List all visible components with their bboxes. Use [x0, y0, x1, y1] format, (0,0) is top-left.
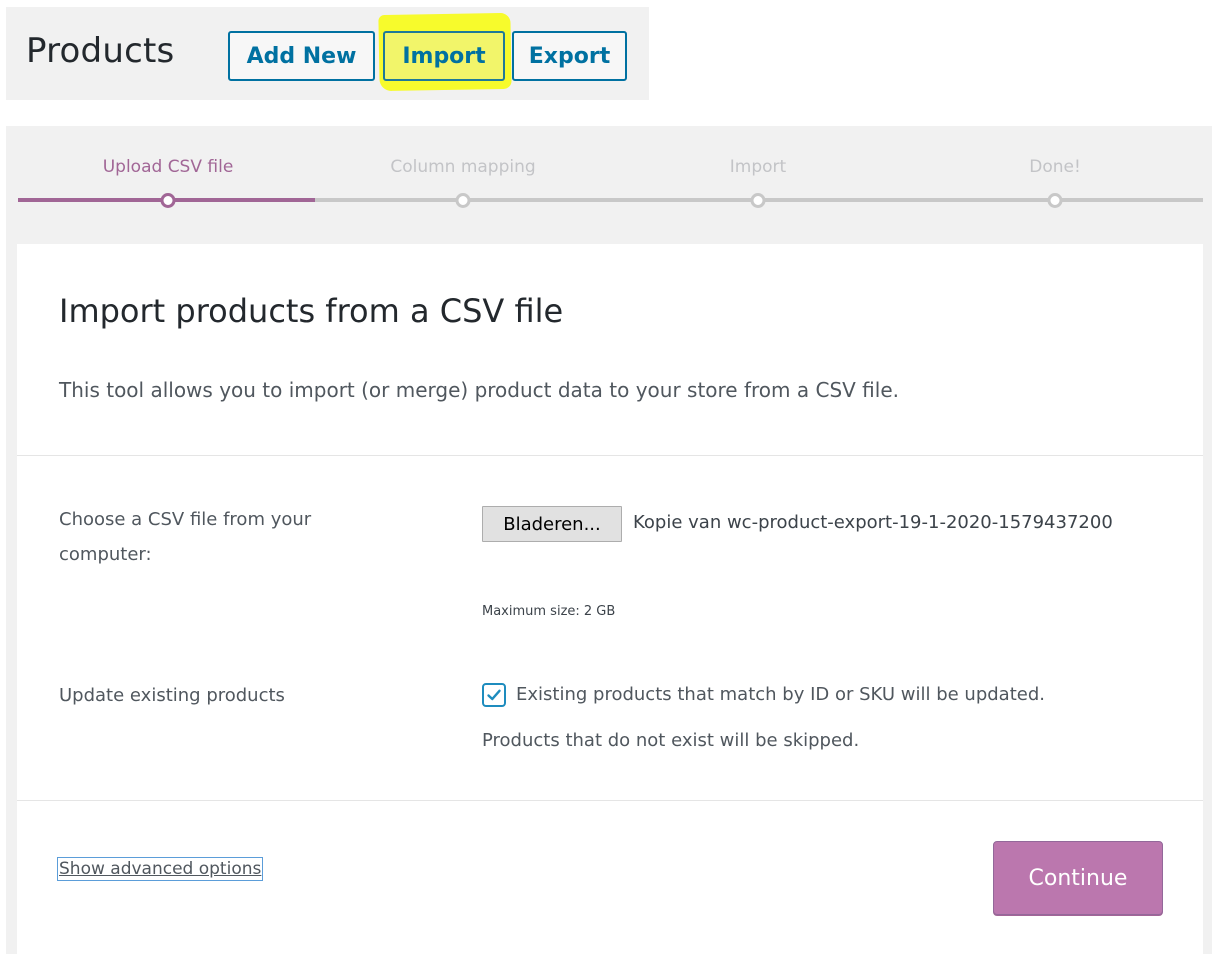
- import-card: Import products from a CSV file This too…: [17, 244, 1203, 954]
- selected-file-name: Kopie van wc-product-export-19-1-2020-15…: [633, 512, 1113, 533]
- step-label-upload: Upload CSV file: [102, 157, 234, 177]
- show-advanced-options-link[interactable]: Show advanced options: [56, 857, 264, 881]
- import-button[interactable]: Import: [383, 31, 505, 81]
- step-dot-import: [750, 193, 766, 208]
- update-existing-text: Existing products that match by ID or SK…: [516, 684, 1045, 705]
- update-existing-note: Products that do not exist will be skipp…: [482, 730, 860, 751]
- browse-file-button[interactable]: Bladeren...: [482, 506, 622, 542]
- continue-button[interactable]: Continue: [993, 841, 1163, 915]
- step-label-mapping: Column mapping: [390, 157, 536, 177]
- card-title: Import products from a CSV file: [59, 292, 564, 330]
- step-dot-mapping: [455, 193, 471, 208]
- step-dot-done: [1047, 193, 1063, 208]
- divider-bottom: [17, 800, 1203, 801]
- page-title: Products: [26, 31, 175, 71]
- step-label-done: Done!: [1029, 157, 1081, 177]
- update-existing-checkbox[interactable]: [482, 683, 506, 707]
- step-label-import: Import: [729, 157, 787, 177]
- update-row-label: Update existing products: [59, 685, 285, 706]
- checkmark-icon: [487, 689, 501, 701]
- divider-top: [17, 455, 1203, 456]
- card-description: This tool allows you to import (or merge…: [59, 378, 899, 402]
- file-row-label: Choose a CSV file from your computer:: [59, 509, 312, 565]
- export-button[interactable]: Export: [512, 31, 627, 81]
- add-new-button[interactable]: Add New: [228, 31, 375, 81]
- max-size-note: Maximum size: 2 GB: [482, 604, 616, 619]
- step-dot-upload: [160, 193, 176, 208]
